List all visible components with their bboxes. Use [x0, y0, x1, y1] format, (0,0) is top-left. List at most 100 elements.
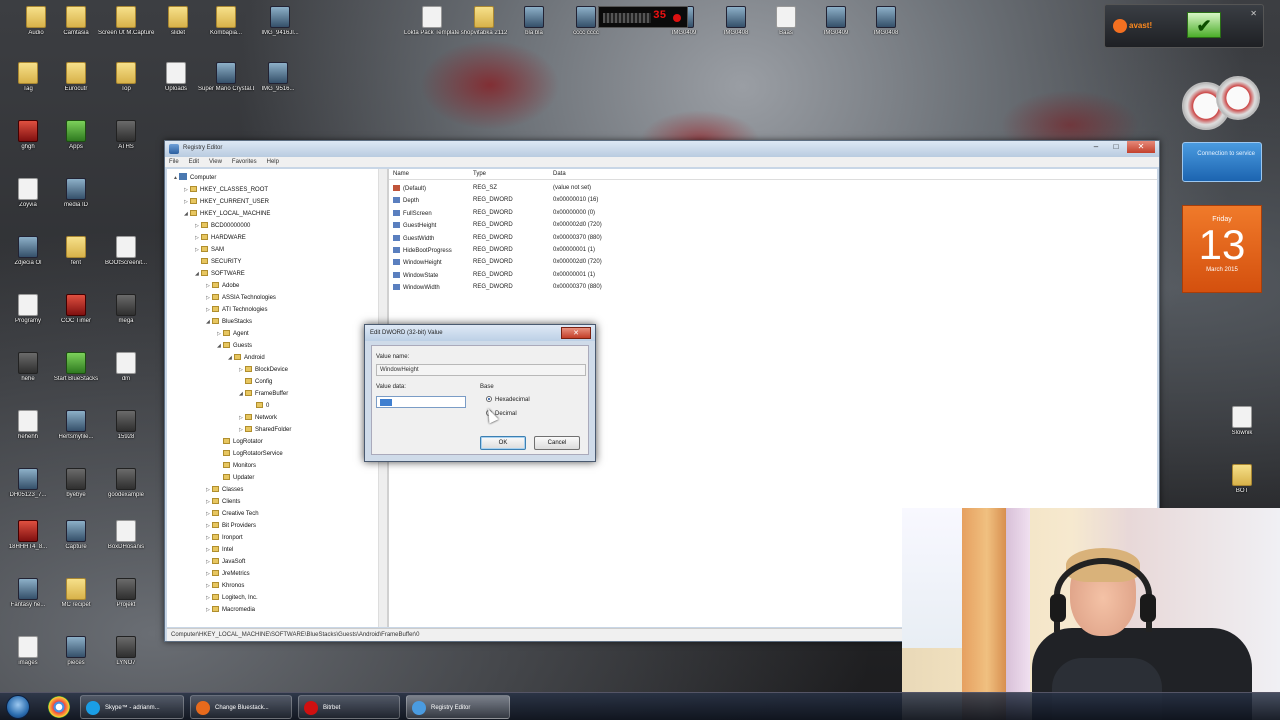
- desktop-icon[interactable]: Camtasia: [48, 6, 104, 37]
- desktop-icon[interactable]: BOT: [1214, 464, 1270, 495]
- tree-item[interactable]: ▷ Intel: [206, 545, 233, 556]
- desktop-icon[interactable]: bla bla: [506, 6, 562, 37]
- tree-item[interactable]: LogRotatorService: [217, 449, 283, 460]
- table-row[interactable]: FullScreen REG_DWORD 0x00000000 (0): [389, 208, 1157, 220]
- tree-item[interactable]: Config: [239, 377, 272, 388]
- desktop-icon[interactable]: shopvitabka 2112: [456, 6, 512, 37]
- tree-item[interactable]: ▷ Khronos: [206, 581, 244, 592]
- weather-gadget[interactable]: Connection to service: [1182, 142, 1262, 182]
- taskbar-button[interactable]: Bitrbet: [298, 695, 400, 719]
- tree-item[interactable]: Updater: [217, 473, 254, 484]
- menu-view[interactable]: View: [209, 157, 222, 167]
- ok-button[interactable]: OK: [480, 436, 526, 450]
- column-name[interactable]: Name: [393, 171, 409, 177]
- desktop-icon[interactable]: BoxDHosanis: [98, 520, 154, 551]
- table-row[interactable]: GuestWidth REG_DWORD 0x00000370 (880): [389, 233, 1157, 245]
- tree-item[interactable]: ▷ Agent: [217, 329, 249, 340]
- desktop-icon[interactable]: IMG_9416Jl...: [252, 6, 308, 37]
- dialog-titlebar[interactable]: Edit DWORD (32-bit) Value ✕: [365, 325, 595, 341]
- key-tree[interactable]: ▲ Computer ▷ HKEY_CLASSES_ROOT ▷ HKEY_CURRENT…: [167, 169, 389, 627]
- tree-item[interactable]: ◢ Guests: [217, 341, 252, 352]
- close-button[interactable]: ✕: [1127, 141, 1155, 153]
- cpu-meter-gadget[interactable]: [1182, 76, 1262, 132]
- taskbar-button[interactable]: Skype™ - adrianm...: [80, 695, 184, 719]
- table-row[interactable]: (Default) REG_SZ (value not set): [389, 183, 1157, 195]
- desktop-icon[interactable]: IMG0408: [858, 6, 914, 37]
- desktop-icon[interactable]: ferit: [48, 236, 104, 267]
- menu-file[interactable]: File: [169, 157, 179, 167]
- tree-item[interactable]: ▷ Classes: [206, 485, 243, 496]
- desktop-icon[interactable]: Slownik: [1214, 406, 1270, 437]
- menu-help[interactable]: Help: [267, 157, 279, 167]
- desktop-icon[interactable]: IMG_9516...: [250, 62, 306, 93]
- desktop-icon[interactable]: Eurocutr: [48, 62, 104, 93]
- desktop-icon[interactable]: COC Timer: [48, 294, 104, 325]
- tree-item[interactable]: ▷ Bit Providers: [206, 521, 256, 532]
- menu-favorites[interactable]: Favorites: [232, 157, 257, 167]
- desktop-icon[interactable]: LYNO7: [98, 636, 154, 667]
- desktop-icon[interactable]: Top: [98, 62, 154, 93]
- desktop-icon[interactable]: Apps: [48, 120, 104, 151]
- desktop-icon[interactable]: ATHS: [98, 120, 154, 151]
- tree-item[interactable]: ▷ SharedFolder: [239, 425, 291, 436]
- tree-item[interactable]: ▷ Creative Tech: [206, 509, 259, 520]
- desktop-icon[interactable]: Projekt: [98, 578, 154, 609]
- minimize-button[interactable]: –: [1087, 141, 1105, 153]
- tree-item[interactable]: ▷ Ironport: [206, 533, 243, 544]
- desktop-icon[interactable]: Start BlueStacks: [48, 352, 104, 383]
- tree-item[interactable]: ▷ SAM: [195, 245, 224, 256]
- table-row[interactable]: HideBootProgress REG_DWORD 0x00000001 (1): [389, 245, 1157, 257]
- tree-item[interactable]: LogRotator: [217, 437, 263, 448]
- column-type[interactable]: Type: [473, 171, 486, 177]
- start-button[interactable]: [6, 695, 30, 719]
- tree-item[interactable]: ▷ JavaSoft: [206, 557, 245, 568]
- tree-item[interactable]: Monitors: [217, 461, 256, 472]
- tree-item[interactable]: ▷ BCD00000000: [195, 221, 250, 232]
- desktop-icon[interactable]: Uploads: [148, 62, 204, 93]
- desktop-icon[interactable]: IMG0408: [708, 6, 764, 37]
- table-row[interactable]: GuestHeight REG_DWORD 0x000002d0 (720): [389, 220, 1157, 232]
- desktop-icon[interactable]: goodexample: [98, 468, 154, 499]
- tree-item[interactable]: ▷ Macromedia: [206, 605, 255, 616]
- table-row[interactable]: WindowWidth REG_DWORD 0x00000370 (880): [389, 282, 1157, 294]
- desktop-icon[interactable]: Capture: [48, 520, 104, 551]
- gadget-close-icon[interactable]: ✕: [1250, 9, 1257, 18]
- tree-item[interactable]: ◢ SOFTWARE: [195, 269, 245, 280]
- tree-item[interactable]: ▷ JreMetrics: [206, 569, 250, 580]
- chrome-icon[interactable]: [48, 696, 70, 718]
- desktop-icon[interactable]: BOOtScreenit...: [98, 236, 154, 267]
- tree-item[interactable]: ▷ Clients: [206, 497, 240, 508]
- desktop-icon[interactable]: 15928: [98, 410, 154, 441]
- edit-dword-dialog[interactable]: Edit DWORD (32-bit) Value ✕ Value name: …: [364, 324, 596, 462]
- desktop-icon[interactable]: MC recipet: [48, 578, 104, 609]
- desktop-icon[interactable]: Hertsmyfile...: [48, 410, 104, 441]
- tree-item[interactable]: ◢ FrameBuffer: [239, 389, 288, 400]
- tree-item[interactable]: ▷ HKEY_CLASSES_ROOT: [184, 185, 268, 196]
- desktop-icon[interactable]: Screen Ut M.Capture: [98, 6, 154, 37]
- tree-item[interactable]: ▷ Network: [239, 413, 277, 424]
- desktop-icon[interactable]: IMG0409: [808, 6, 864, 37]
- desktop-icon[interactable]: mega: [98, 294, 154, 325]
- maximize-button[interactable]: □: [1107, 141, 1125, 153]
- desktop-icon[interactable]: dm: [98, 352, 154, 383]
- desktop-icon[interactable]: byebye: [48, 468, 104, 499]
- taskbar-button[interactable]: Registry Editor: [406, 695, 510, 719]
- desktop-icon[interactable]: Kombapia...: [198, 6, 254, 37]
- tree-item[interactable]: 0: [250, 401, 269, 412]
- tree-item[interactable]: ▲ Computer: [173, 173, 216, 184]
- tree-item[interactable]: ▷ Logitech, Inc.: [206, 593, 258, 604]
- desktop-icon[interactable]: Baas: [758, 6, 814, 37]
- desktop-icon[interactable]: pieces: [48, 636, 104, 667]
- tree-item[interactable]: ▷ ASSIA Technologies: [206, 293, 276, 304]
- radio-hexadecimal[interactable]: Hexadecimal: [486, 396, 530, 403]
- desktop-icon[interactable]: Lokta Pack Templates: [404, 6, 460, 37]
- volume-meter-widget[interactable]: 35: [598, 6, 688, 28]
- tree-item[interactable]: ▷ BlockDevice: [239, 365, 288, 376]
- cancel-button[interactable]: Cancel: [534, 436, 580, 450]
- desktop-icon[interactable]: media ID: [48, 178, 104, 209]
- table-row[interactable]: WindowState REG_DWORD 0x00000001 (1): [389, 270, 1157, 282]
- tree-item[interactable]: SECURITY: [195, 257, 241, 268]
- table-row[interactable]: WindowHeight REG_DWORD 0x000002d0 (720): [389, 257, 1157, 269]
- value-data-input[interactable]: [376, 396, 466, 408]
- tree-item[interactable]: ▷ HARDWARE: [195, 233, 246, 244]
